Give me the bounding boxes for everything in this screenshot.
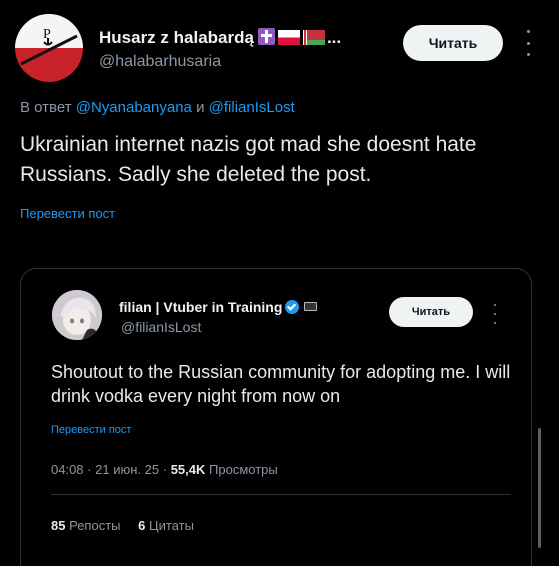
follow-button[interactable]: Читать bbox=[403, 25, 503, 61]
quoted-date[interactable]: 21 июн. 25 bbox=[95, 462, 159, 477]
affiliation-badge-icon bbox=[304, 302, 318, 311]
reply-mention-link[interactable]: @Nyanabanyana bbox=[76, 99, 192, 116]
quoted-more-options-icon[interactable] bbox=[490, 304, 500, 324]
scrollbar[interactable] bbox=[538, 428, 541, 548]
author-name[interactable]: Husarz z halabardą... bbox=[99, 28, 341, 48]
meta-separator: · bbox=[87, 462, 92, 477]
quotes-stat[interactable]: 6 Цитаты bbox=[138, 518, 194, 533]
reposts-stat[interactable]: 85 Репосты bbox=[51, 518, 121, 533]
quoted-author-name-text[interactable]: filian | Vtuber in Training bbox=[119, 299, 282, 315]
anime-character-avatar-icon bbox=[52, 290, 102, 340]
quoted-follow-button[interactable]: Читать bbox=[389, 297, 473, 327]
quoted-tweet-meta: 04:08 · 21 июн. 25 · 55,4K Просмотры bbox=[51, 462, 278, 477]
reposts-label: Репосты bbox=[69, 518, 121, 533]
reply-to-line: В ответ @Nyanabanyana и @filianIsLost bbox=[20, 99, 295, 116]
quoted-translate-post-link[interactable]: Перевести пост bbox=[51, 424, 131, 436]
reply-prefix: В ответ bbox=[20, 99, 72, 116]
tweet-text: Ukrainian internet nazis got mad she doe… bbox=[20, 133, 477, 186]
reply-mention-link[interactable]: @filianIsLost bbox=[209, 99, 295, 116]
author-handle[interactable]: @halabarhusaria bbox=[99, 53, 221, 71]
author-name-text[interactable]: Husarz z halabardą bbox=[99, 28, 254, 47]
quoted-author-name[interactable]: filian | Vtuber in Training bbox=[119, 299, 318, 315]
quoted-tweet-stats: 85 Репосты 6 Цитаты bbox=[51, 518, 208, 533]
screen: P Husarz z halabardą... @halabarhusaria … bbox=[0, 0, 559, 566]
belarus-flag-icon bbox=[302, 30, 325, 45]
quoted-author-handle[interactable]: @filianIsLost bbox=[121, 319, 201, 335]
more-options-icon[interactable] bbox=[520, 30, 536, 56]
views-label: Просмотры bbox=[209, 462, 278, 477]
views-count: 55,4K bbox=[170, 462, 206, 477]
quoted-tweet-text: Shoutout to the Russian community for ad… bbox=[51, 362, 511, 406]
cross-icon bbox=[257, 28, 275, 45]
reply-conjunction: и bbox=[196, 99, 205, 116]
meta-separator: · bbox=[162, 462, 168, 477]
quoted-author-avatar[interactable] bbox=[52, 290, 102, 340]
poland-flag-icon bbox=[277, 30, 300, 45]
polish-anchor-emblem-icon: P bbox=[20, 27, 78, 66]
verified-icon bbox=[285, 300, 300, 314]
author-name-ellipsis: ... bbox=[326, 28, 342, 47]
reposts-count: 85 bbox=[51, 518, 66, 533]
quoted-time[interactable]: 04:08 bbox=[51, 462, 84, 477]
quotes-label: Цитаты bbox=[148, 518, 194, 533]
divider bbox=[51, 494, 511, 495]
quotes-count: 6 bbox=[138, 518, 146, 533]
translate-post-link[interactable]: Перевести пост bbox=[20, 206, 115, 221]
author-avatar[interactable]: P bbox=[15, 14, 83, 82]
